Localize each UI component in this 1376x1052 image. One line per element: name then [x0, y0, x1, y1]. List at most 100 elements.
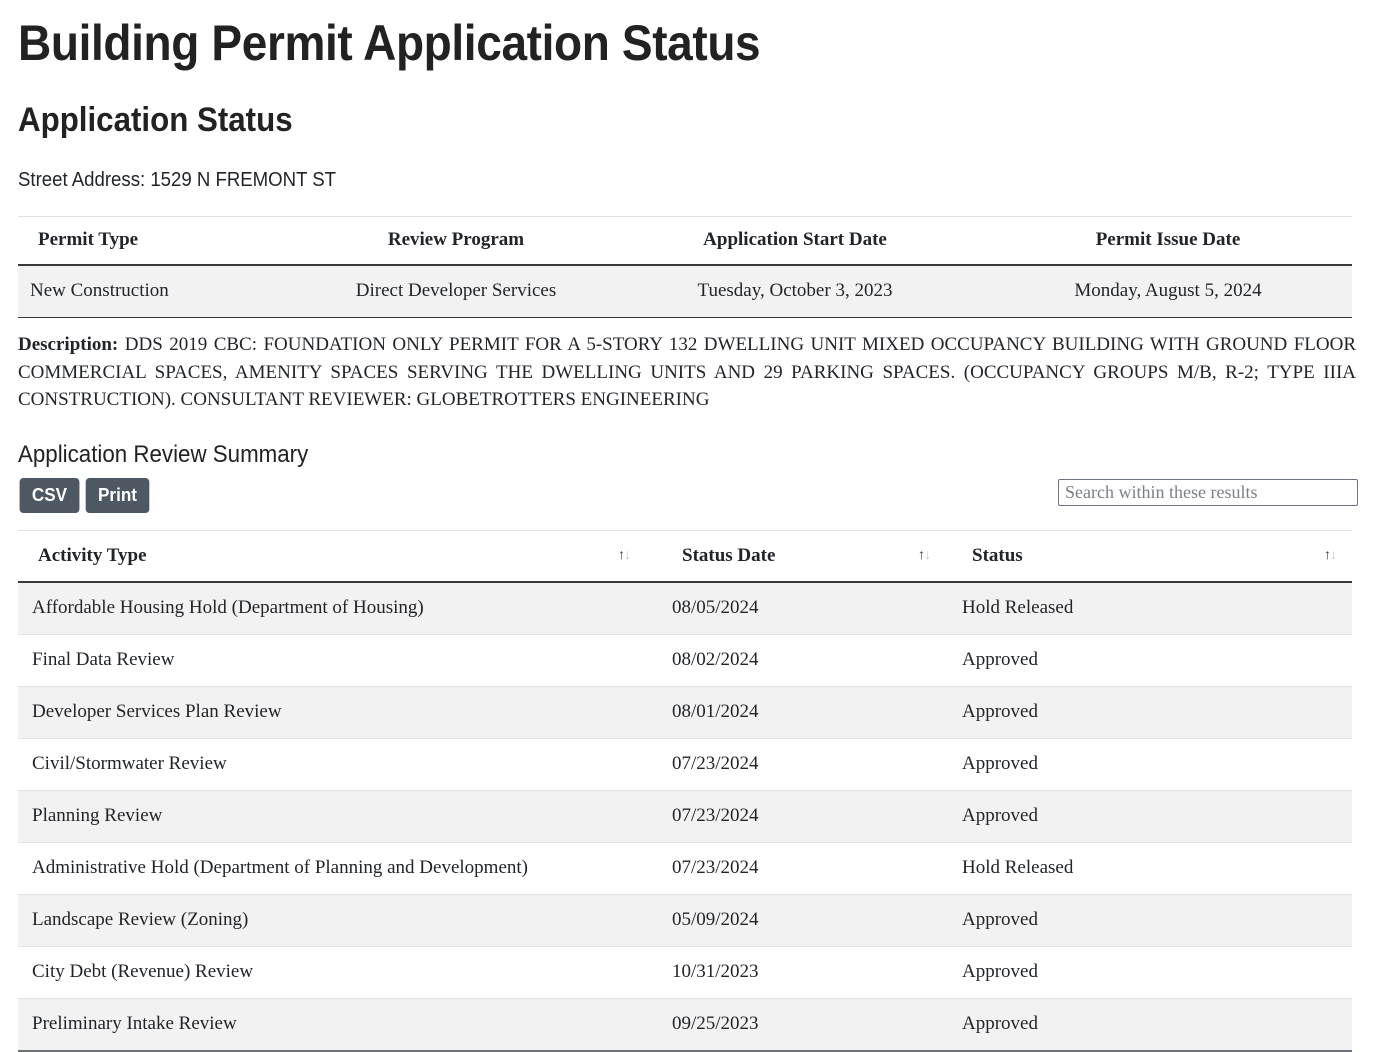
table-row: Preliminary Intake Review 09/25/2023 Appro…: [18, 998, 1352, 1052]
sort-arrows-status-date[interactable]: ↑↓: [918, 548, 931, 563]
permit-header-permit-issue-date: Permit Issue Date: [984, 216, 1352, 267]
review-cell-activity-type: Affordable Housing Hold (Department of H…: [18, 581, 646, 635]
permit-cell-review-program: Direct Developer Services: [306, 265, 606, 319]
table-row: City Debt (Revenue) Review 10/31/2023 Appr…: [18, 946, 1352, 999]
review-cell-activity-type-text: Administrative Hold (Department of Plann…: [32, 856, 528, 878]
review-cell-status-date-text: 05/09/2024: [672, 908, 759, 930]
table-row: Developer Services Plan Review 08/01/2024…: [18, 686, 1352, 739]
review-cell-status-text: Approved: [962, 908, 1038, 930]
review-cell-status-date: 09/25/2023: [646, 998, 946, 1052]
permit-table-body: New Construction Direct Developer Servic…: [18, 265, 1352, 319]
review-cell-status-date: 07/23/2024: [646, 738, 946, 791]
review-cell-activity-type-text: Planning Review: [32, 804, 163, 826]
review-cell-status-text: Approved: [962, 804, 1038, 826]
search-input[interactable]: [1058, 478, 1358, 506]
print-button[interactable]: Print: [85, 477, 150, 514]
review-cell-status-date-text: 09/25/2023: [672, 1012, 759, 1034]
review-table-header-row: Activity Type ↑↓ Status Date ↑↓ Status ↑…: [18, 529, 1352, 583]
permit-cell-application-start-date: Tuesday, October 3, 2023: [606, 265, 984, 319]
review-cell-status-date: 05/09/2024: [646, 894, 946, 947]
review-cell-status-text: Approved: [962, 752, 1038, 774]
permit-description: Description: DDS 2019 CBC: FOUNDATION ON…: [18, 331, 1356, 414]
section-title-application-status: Application Status: [18, 101, 293, 139]
review-cell-status-date-text: 07/23/2024: [672, 856, 759, 878]
review-cell-status-date-text: 10/31/2023: [672, 960, 759, 982]
review-cell-activity-type-text: Developer Services Plan Review: [32, 700, 282, 722]
review-summary-title: Application Review Summary: [18, 440, 309, 468]
review-cell-activity-type: Planning Review: [18, 790, 646, 843]
review-cell-activity-type-text: Civil/Stormwater Review: [32, 752, 227, 774]
review-table-head: Activity Type ↑↓ Status Date ↑↓ Status ↑…: [18, 529, 1352, 583]
review-cell-status-text: Approved: [962, 700, 1038, 722]
review-cell-status: Approved: [946, 738, 1352, 791]
review-cell-activity-type: Preliminary Intake Review: [18, 998, 646, 1052]
column-header-status-date[interactable]: Status Date ↑↓: [646, 529, 946, 583]
review-cell-activity-type: Administrative Hold (Department of Plann…: [18, 842, 646, 895]
page-title: Building Permit Application Status: [18, 15, 761, 71]
review-cell-status-date: 08/01/2024: [646, 686, 946, 739]
table-row: Administrative Hold (Department of Plann…: [18, 842, 1352, 895]
review-cell-status-date: 08/05/2024: [646, 581, 946, 635]
csv-export-button[interactable]: CSV: [19, 477, 80, 514]
permit-cell-permit-type: New Construction: [18, 265, 306, 319]
table-toolbar: CSV Print: [18, 477, 1358, 524]
sort-descending-icon[interactable]: ↓: [1330, 548, 1337, 563]
sort-descending-icon[interactable]: ↓: [924, 548, 931, 563]
review-cell-status-text: Approved: [962, 960, 1038, 982]
column-header-activity-type-label: Activity Type: [38, 544, 147, 566]
review-cell-activity-type-text: Landscape Review (Zoning): [32, 908, 249, 930]
permit-header-review-program: Review Program: [306, 216, 606, 267]
review-cell-status-text: Hold Released: [962, 596, 1074, 618]
table-row: Civil/Stormwater Review 07/23/2024 Approve…: [18, 738, 1352, 791]
review-cell-activity-type: Civil/Stormwater Review: [18, 738, 646, 791]
column-header-activity-type[interactable]: Activity Type ↑↓: [18, 529, 646, 583]
review-cell-status-date: 07/23/2024: [646, 842, 946, 895]
review-cell-status-date: 07/23/2024: [646, 790, 946, 843]
description-label: Description:: [18, 334, 119, 356]
review-cell-status: Approved: [946, 634, 1352, 687]
permit-cell-permit-issue-date: Monday, August 5, 2024: [984, 265, 1352, 319]
review-cell-activity-type-text: Affordable Housing Hold (Department of H…: [32, 596, 424, 618]
table-row: Affordable Housing Hold (Department of H…: [18, 581, 1352, 635]
column-header-status-date-label: Status Date: [682, 544, 776, 566]
sort-arrows-activity-type[interactable]: ↑↓: [618, 548, 631, 563]
review-cell-activity-type: Landscape Review (Zoning): [18, 894, 646, 947]
review-table-body: Affordable Housing Hold (Department of H…: [18, 581, 1352, 1052]
review-cell-status-text: Hold Released: [962, 856, 1074, 878]
review-cell-status: Approved: [946, 946, 1352, 999]
review-cell-activity-type-text: Final Data Review: [32, 648, 175, 670]
review-cell-status: Hold Released: [946, 581, 1352, 635]
review-cell-status: Approved: [946, 790, 1352, 843]
review-cell-status-text: Approved: [962, 1012, 1038, 1034]
table-row: Landscape Review (Zoning) 05/09/2024 Appro…: [18, 894, 1352, 947]
permit-table-header-row: Permit Type Review Program Application S…: [18, 216, 1352, 267]
review-cell-activity-type-text: Preliminary Intake Review: [32, 1012, 237, 1034]
page-container: Building Permit Application Status Appli…: [0, 16, 1376, 1052]
review-cell-status: Approved: [946, 894, 1352, 947]
permit-details-table: Permit Type Review Program Application S…: [18, 216, 1352, 319]
review-cell-activity-type: Final Data Review: [18, 634, 646, 687]
table-row: Final Data Review 08/02/2024 Approved: [18, 634, 1352, 687]
review-cell-status: Hold Released: [946, 842, 1352, 895]
review-cell-status: Approved: [946, 686, 1352, 739]
review-cell-status-date: 08/02/2024: [646, 634, 946, 687]
review-cell-status-date-text: 08/02/2024: [672, 648, 759, 670]
permit-table-head: Permit Type Review Program Application S…: [18, 216, 1352, 267]
export-button-group: CSV Print: [18, 477, 151, 514]
permit-header-application-start-date: Application Start Date: [606, 216, 984, 267]
sort-arrows-status[interactable]: ↑↓: [1324, 548, 1337, 563]
review-cell-activity-type: Developer Services Plan Review: [18, 686, 646, 739]
street-address: Street Address: 1529 N FREMONT ST: [18, 169, 337, 192]
table-row: New Construction Direct Developer Servic…: [18, 265, 1352, 319]
review-cell-activity-type-text: City Debt (Revenue) Review: [32, 960, 254, 982]
review-cell-status-date-text: 08/01/2024: [672, 700, 759, 722]
sort-descending-icon[interactable]: ↓: [624, 548, 631, 563]
review-cell-status-date-text: 08/05/2024: [672, 596, 759, 618]
column-header-status-label: Status: [972, 544, 1023, 566]
review-cell-activity-type: City Debt (Revenue) Review: [18, 946, 646, 999]
review-cell-status-date: 10/31/2023: [646, 946, 946, 999]
description-text: DDS 2019 CBC: FOUNDATION ONLY PERMIT FOR…: [18, 334, 1357, 411]
review-cell-status: Approved: [946, 998, 1352, 1052]
table-row: Planning Review 07/23/2024 Approved: [18, 790, 1352, 843]
column-header-status[interactable]: Status ↑↓: [946, 529, 1352, 583]
